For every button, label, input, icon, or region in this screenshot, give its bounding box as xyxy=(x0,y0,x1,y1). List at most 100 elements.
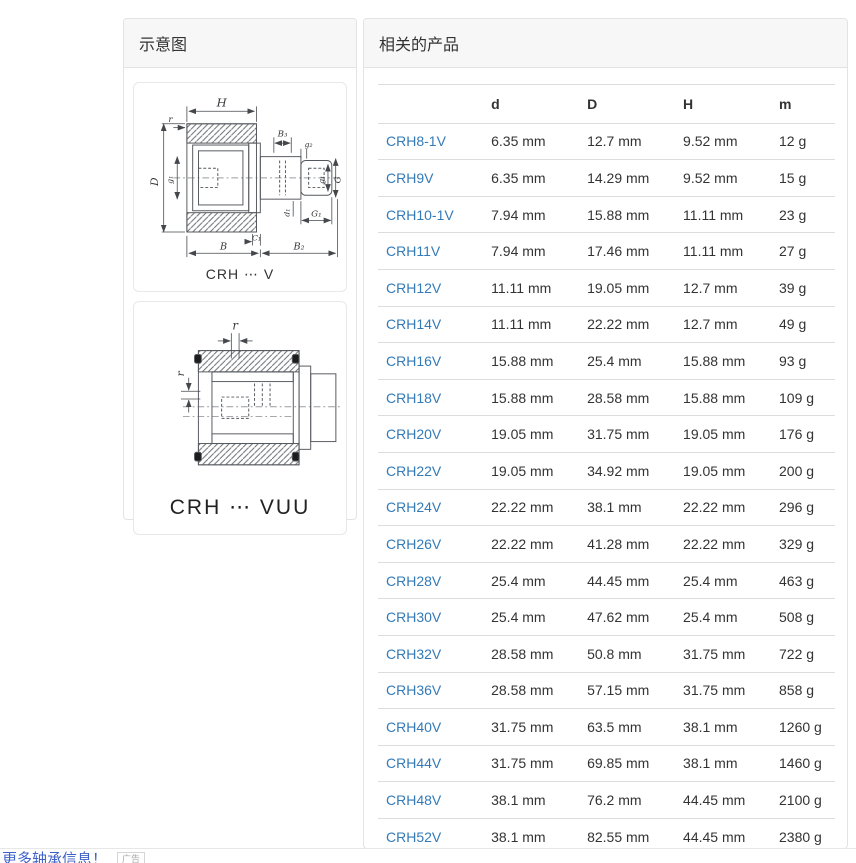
cell-d: 11.11 mm xyxy=(483,306,579,343)
related-products-title: 相关的产品 xyxy=(364,19,847,68)
diagram-card-crh-v[interactable]: H r B₃ g₂ D g₁ d₁ G₁ C₁ B B₂ g₁ G CRH ⋯ … xyxy=(133,82,347,292)
product-link[interactable]: CRH12V xyxy=(386,280,441,296)
cell-D: 69.85 mm xyxy=(579,745,675,782)
product-link[interactable]: CRH48V xyxy=(386,792,441,808)
cell-H: 38.1 mm xyxy=(675,745,771,782)
related-products-panel: 相关的产品 d D H m CRH8-1V6.35 mm12.7 mm9.52 xyxy=(363,18,848,849)
dim-label-g2: g₂ xyxy=(305,140,313,149)
cell-model: CRH8-1V xyxy=(378,123,483,160)
table-header-row: d D H m xyxy=(378,85,835,124)
cell-m: 329 g xyxy=(771,526,835,563)
cell-m: 15 g xyxy=(771,160,835,197)
dim-label-C1: C₁ xyxy=(252,234,261,243)
table-row: CRH44V31.75 mm69.85 mm38.1 mm1460 g xyxy=(378,745,835,782)
product-link[interactable]: CRH24V xyxy=(386,499,441,515)
cell-H: 25.4 mm xyxy=(675,562,771,599)
cell-model: CRH24V xyxy=(378,489,483,526)
cell-d: 7.94 mm xyxy=(483,233,579,270)
cell-D: 57.15 mm xyxy=(579,672,675,709)
cell-m: 39 g xyxy=(771,269,835,306)
cell-D: 17.46 mm xyxy=(579,233,675,270)
cell-D: 47.62 mm xyxy=(579,599,675,636)
dim-label-r-top: r xyxy=(232,318,239,332)
cell-H: 15.88 mm xyxy=(675,343,771,380)
page-footer: 更多轴承信息！ 广告 xyxy=(0,848,856,863)
cell-d: 22.22 mm xyxy=(483,489,579,526)
table-row: CRH10-1V7.94 mm15.88 mm11.11 mm23 g xyxy=(378,196,835,233)
table-row: CRH48V38.1 mm76.2 mm44.45 mm2100 g xyxy=(378,782,835,819)
product-link[interactable]: CRH28V xyxy=(386,573,441,589)
cell-D: 76.2 mm xyxy=(579,782,675,819)
cell-d: 22.22 mm xyxy=(483,526,579,563)
cell-d: 38.1 mm xyxy=(483,782,579,819)
table-row: CRH22V19.05 mm34.92 mm19.05 mm200 g xyxy=(378,452,835,489)
cell-m: 858 g xyxy=(771,672,835,709)
schematic-panel-title: 示意图 xyxy=(124,19,356,68)
table-row: CRH9V6.35 mm14.29 mm9.52 mm15 g xyxy=(378,160,835,197)
product-link[interactable]: CRH44V xyxy=(386,755,441,771)
cell-d: 31.75 mm xyxy=(483,745,579,782)
product-link[interactable]: CRH20V xyxy=(386,426,441,442)
table-row: CRH20V19.05 mm31.75 mm19.05 mm176 g xyxy=(378,416,835,453)
cell-model: CRH11V xyxy=(378,233,483,270)
cell-H: 19.05 mm xyxy=(675,416,771,453)
cell-d: 7.94 mm xyxy=(483,196,579,233)
table-row: CRH11V 7.94 mm17.46 mm11.11 mm27 g xyxy=(378,233,835,270)
product-link[interactable]: CRH22V xyxy=(386,463,441,479)
product-link[interactable]: CRH11V xyxy=(386,243,440,259)
product-link[interactable]: CRH26V xyxy=(386,536,441,552)
cell-model: CRH14V xyxy=(378,306,483,343)
cell-H: 31.75 mm xyxy=(675,672,771,709)
header-model xyxy=(378,85,483,124)
cell-H: 38.1 mm xyxy=(675,709,771,746)
products-table-body: CRH8-1V6.35 mm12.7 mm9.52 mm12 gCRH9V6.3… xyxy=(378,123,835,855)
product-link[interactable]: CRH18V xyxy=(386,390,441,406)
product-link[interactable]: CRH9V xyxy=(386,170,433,186)
cell-D: 15.88 mm xyxy=(579,196,675,233)
cell-D: 50.8 mm xyxy=(579,635,675,672)
product-link[interactable]: CRH36V xyxy=(386,682,441,698)
table-row: CRH32V28.58 mm50.8 mm31.75 mm722 g xyxy=(378,635,835,672)
crh-v-diagram-image: H r B₃ g₂ D g₁ d₁ G₁ C₁ B B₂ g₁ G xyxy=(138,89,344,261)
cell-m: 49 g xyxy=(771,306,835,343)
cell-D: 38.1 mm xyxy=(579,489,675,526)
cell-D: 19.05 mm xyxy=(579,269,675,306)
cell-H: 9.52 mm xyxy=(675,123,771,160)
product-link[interactable]: CRH14V xyxy=(386,316,441,332)
dim-label-H: H xyxy=(216,95,228,109)
cell-d: 15.88 mm xyxy=(483,379,579,416)
dim-label-B3: B₃ xyxy=(277,129,288,139)
cell-d: 25.4 mm xyxy=(483,599,579,636)
cell-m: 27 g xyxy=(771,233,835,270)
cell-model: CRH40V xyxy=(378,709,483,746)
product-link[interactable]: CRH52V xyxy=(386,829,441,845)
cell-m: 722 g xyxy=(771,635,835,672)
product-link[interactable]: CRH32V xyxy=(386,646,441,662)
table-row: CRH18V15.88 mm28.58 mm15.88 mm109 g xyxy=(378,379,835,416)
dim-label-G: G xyxy=(334,176,344,183)
cell-D: 44.45 mm xyxy=(579,562,675,599)
product-link[interactable]: CRH30V xyxy=(386,609,441,625)
related-products-body: d D H m CRH8-1V6.35 mm12.7 mm9.52 mm12 g… xyxy=(364,68,847,855)
cell-H: 44.45 mm xyxy=(675,782,771,819)
cell-D: 28.58 mm xyxy=(579,379,675,416)
cell-D: 14.29 mm xyxy=(579,160,675,197)
cell-H: 11.11 mm xyxy=(675,196,771,233)
cell-D: 25.4 mm xyxy=(579,343,675,380)
product-link[interactable]: CRH40V xyxy=(386,719,441,735)
crh-vuu-diagram-image: r r xyxy=(138,308,344,490)
cell-d: 19.05 mm xyxy=(483,416,579,453)
diagram-card-crh-vuu[interactable]: r r CRH ⋯ VUU xyxy=(133,301,347,535)
product-link[interactable]: CRH16V xyxy=(386,353,441,369)
table-row: CRH26V22.22 mm41.28 mm22.22 mm329 g xyxy=(378,526,835,563)
product-link[interactable]: CRH8-1V xyxy=(386,133,446,149)
cell-H: 12.7 mm xyxy=(675,306,771,343)
product-link[interactable]: CRH10-1V xyxy=(386,207,454,223)
cell-model: CRH30V xyxy=(378,599,483,636)
cell-H: 11.11 mm xyxy=(675,233,771,270)
table-row: CRH24V22.22 mm38.1 mm22.22 mm296 g xyxy=(378,489,835,526)
footer-link[interactable]: 更多轴承信息！ xyxy=(2,852,107,863)
cell-model: CRH28V xyxy=(378,562,483,599)
table-row: CRH12V11.11 mm19.05 mm12.7 mm39 g xyxy=(378,269,835,306)
cell-model: CRH44V xyxy=(378,745,483,782)
